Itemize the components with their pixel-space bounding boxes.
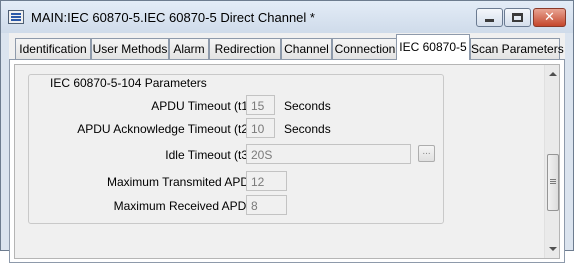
scrollbar-thumb[interactable] [547, 154, 559, 211]
close-icon: ✕ [544, 10, 555, 25]
idle-timeout-label: Idle Timeout (t3) [165, 148, 252, 162]
chevron-down-icon [549, 247, 557, 251]
scrollable-form: IEC 60870-5-104 Parameters APDU Timeout … [14, 64, 560, 259]
grip-line [550, 179, 556, 180]
grip-line [550, 183, 556, 184]
channel-list-icon [8, 10, 24, 24]
max-received-field[interactable]: 8 [246, 195, 287, 215]
tab-scan-parameters[interactable]: Scan Parameters [470, 38, 564, 59]
max-transmitted-field[interactable]: 12 [246, 171, 287, 191]
window-title: MAIN:IEC 60870-5.IEC 60870-5 Direct Chan… [31, 10, 315, 25]
idle-timeout-field[interactable]: 20S [246, 144, 411, 164]
dialog-window: MAIN:IEC 60870-5.IEC 60870-5 Direct Chan… [0, 0, 574, 263]
apdu-timeout-unit: Seconds [284, 99, 331, 113]
tab-channel[interactable]: Channel [281, 38, 332, 59]
close-button[interactable]: ✕ [533, 8, 566, 27]
minimize-icon [485, 19, 494, 22]
scroll-up-button[interactable] [545, 66, 559, 82]
minimize-button[interactable] [476, 8, 503, 27]
apdu-ack-timeout-field[interactable]: 10 [246, 118, 275, 138]
idle-timeout-browse-button[interactable]: ... [418, 145, 435, 162]
tab-connection[interactable]: Connection [332, 38, 398, 59]
apdu-timeout-label: APDU Timeout (t1) [151, 99, 252, 113]
group-title: IEC 60870-5-104 Parameters [47, 76, 210, 90]
tab-alarm[interactable]: Alarm [169, 38, 209, 59]
maximize-button[interactable] [504, 8, 531, 27]
maximize-icon [512, 13, 523, 22]
tab-user-methods[interactable]: User Methods [91, 38, 169, 59]
tab-redirection[interactable]: Redirection [209, 38, 281, 59]
tab-identification[interactable]: Identification [15, 38, 91, 59]
chevron-up-icon [549, 72, 557, 76]
apdu-ack-timeout-label: APDU Acknowledge Timeout (t2) [77, 122, 252, 136]
grip-line [550, 181, 556, 182]
tab-panel: IEC 60870-5-104 Parameters APDU Timeout … [9, 59, 565, 263]
scroll-down-button[interactable] [545, 241, 559, 257]
apdu-timeout-field[interactable]: 15 [246, 95, 275, 115]
dialog-content: Identification User Methods Alarm Redire… [9, 33, 565, 263]
tab-strip: Identification User Methods Alarm Redire… [9, 33, 565, 60]
apdu-ack-timeout-unit: Seconds [284, 122, 331, 136]
vertical-scrollbar[interactable] [544, 65, 559, 258]
tab-iec-60870-5[interactable]: IEC 60870-5 [396, 34, 470, 60]
title-bar[interactable]: MAIN:IEC 60870-5.IEC 60870-5 Direct Chan… [1, 1, 573, 33]
